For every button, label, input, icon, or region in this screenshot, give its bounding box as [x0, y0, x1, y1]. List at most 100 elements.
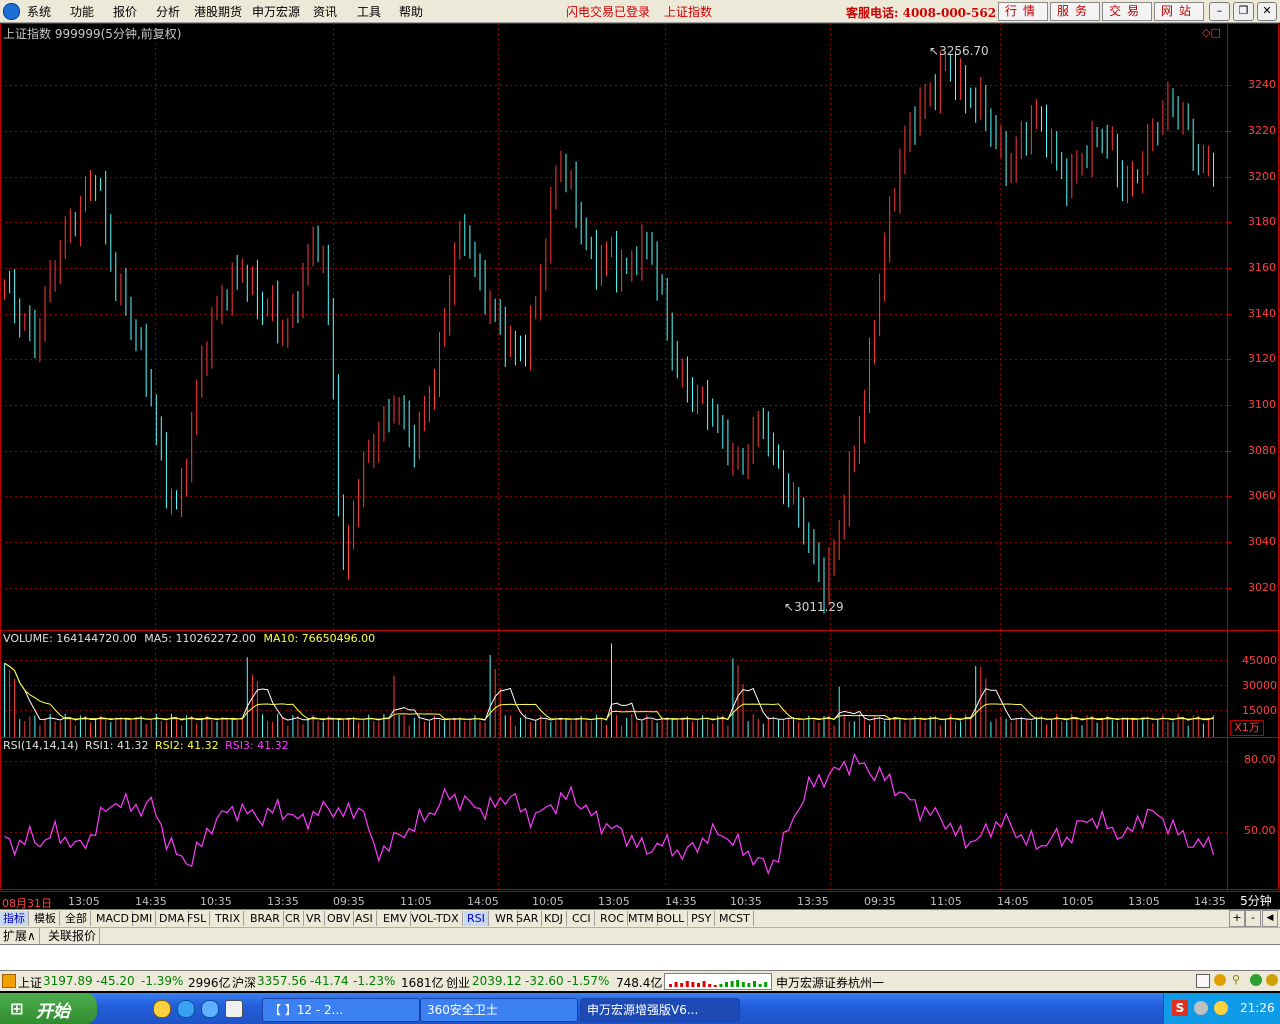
360-quicklaunch-icon[interactable]	[153, 1000, 171, 1018]
quote-button[interactable]: 行情	[998, 2, 1048, 21]
time-label-2: 14:35	[135, 895, 167, 908]
indicator-tab-psy[interactable]: PSY	[688, 911, 716, 926]
chart-svg	[0, 23, 1280, 891]
expand-tab[interactable]: 扩展∧	[0, 928, 40, 944]
hs-index-price: 3357.56	[257, 974, 307, 988]
rsi-params: RSI(14,14,14)	[3, 739, 79, 752]
menu-quote[interactable]: 报价	[113, 3, 137, 20]
vol-tick-30000: 30000	[1242, 679, 1277, 692]
indicator-tab-全部[interactable]: 全部	[62, 911, 91, 926]
indicator-tab-brar[interactable]: BRAR	[247, 911, 284, 926]
zoom-out-button[interactable]: -	[1245, 910, 1261, 927]
indicator-tab-emv[interactable]: EMV	[380, 911, 411, 926]
desktop-quicklaunch-icon[interactable]	[225, 1000, 243, 1018]
menu-function[interactable]: 功能	[70, 3, 94, 20]
breadth-bar-12	[736, 980, 740, 987]
sogou-ime-icon[interactable]: S	[1172, 1000, 1188, 1016]
high-marker: ↖3256.70	[929, 44, 989, 58]
cy-index-name[interactable]: 创业	[446, 974, 470, 991]
chart-toggle-icons[interactable]: ◇□	[1202, 26, 1221, 39]
system-tray: S 21:26	[1163, 993, 1280, 1024]
index-bar-icon[interactable]	[2, 974, 16, 988]
start-button[interactable]: ⊞ 开始	[0, 993, 97, 1024]
task-browser[interactable]: 【 】12 - 2...	[262, 998, 420, 1022]
indicator-tab-模板[interactable]: 模板	[31, 911, 60, 926]
indicator-tab-trix[interactable]: TRIX	[212, 911, 245, 926]
indicator-tab-kdj[interactable]: KDJ	[541, 911, 567, 926]
sh-index-amount: 2996亿	[188, 976, 231, 990]
menu-info[interactable]: 资讯	[313, 3, 337, 20]
indicator-tab-macd[interactable]: MACD	[93, 911, 133, 926]
sh-index-change: -45.20	[96, 974, 135, 988]
tray-lock-icon[interactable]	[1194, 1001, 1208, 1015]
indicator-tab-asi[interactable]: ASI	[352, 911, 377, 926]
connection-icon[interactable]	[1250, 974, 1262, 986]
minimize-icon[interactable]: –	[1209, 2, 1230, 21]
menu-swhy[interactable]: 申万宏源	[252, 3, 300, 20]
signal-icon[interactable]: ⚲	[1232, 973, 1244, 987]
task-360[interactable]: 360安全卫士	[420, 998, 578, 1022]
index-status-bar: 上证 3197.89 -45.20 -1.39% 2996亿 沪深 3357.5…	[0, 970, 1280, 991]
time-label-18: 14:35	[1194, 895, 1226, 908]
cy-index-pct: -1.57%	[567, 974, 610, 988]
close-icon[interactable]: ✕	[1257, 2, 1277, 21]
cy-index-amount: 748.4亿	[616, 976, 663, 990]
browser-quicklaunch-icon[interactable]	[177, 1000, 195, 1018]
menu-help[interactable]: 帮助	[399, 3, 423, 20]
indicator-tab-dmi[interactable]: DMI	[128, 911, 157, 926]
price-tick-3080: 3080	[1248, 443, 1276, 457]
hs-index-pct: -1.23%	[353, 974, 396, 988]
rsi-tick-80: 80.00	[1244, 753, 1276, 766]
clock-icon[interactable]	[1214, 974, 1226, 986]
website-button[interactable]: 网站	[1154, 2, 1204, 21]
chart-area[interactable]	[0, 23, 1280, 891]
time-label-5: 09:35	[333, 895, 365, 908]
price-tick-3180: 3180	[1248, 215, 1276, 229]
indicator-tab-vol-tdx[interactable]: VOL-TDX	[408, 911, 463, 926]
rsi-tick-50: 50.00	[1244, 824, 1276, 837]
time-axis: 08月31日 13:05 14:35 10:35 13:35 09:35 11:05 14:0…	[0, 891, 1280, 910]
volume-ma5-line	[4, 662, 1214, 721]
breadth-bar-3	[685, 981, 689, 987]
indicator-tab-cr[interactable]: CR	[282, 911, 305, 926]
indicator-tab-mcst[interactable]: MCST	[716, 911, 754, 926]
menu-hk-futures[interactable]: 港股期货	[194, 3, 242, 20]
menu-tools[interactable]: 工具	[357, 3, 381, 20]
low-marker: ↖3011.29	[784, 600, 844, 614]
indicator-tab-obv[interactable]: OBV	[324, 911, 355, 926]
rsi3-value: RSI3: 41.32	[225, 739, 289, 752]
extension-tabbar: 扩展∧ 关联报价	[0, 927, 1280, 945]
rsi-line	[4, 752, 1215, 876]
hs-index-amount: 1681亿	[401, 976, 444, 990]
menu-analysis[interactable]: 分析	[156, 3, 180, 20]
indicator-tab-vr[interactable]: VR	[303, 911, 326, 926]
breadth-bar-11	[730, 981, 734, 987]
indicator-tab-指标[interactable]: 指标	[0, 911, 29, 926]
notepad-icon[interactable]	[1196, 974, 1210, 988]
sh-index-name[interactable]: 上证	[18, 974, 42, 991]
breadth-bar-6	[702, 981, 706, 987]
related-quote-tab[interactable]: 关联报价	[45, 928, 101, 944]
rsi-header: RSI(14,14,14) RSI1: 41.32 RSI2: 41.32 RS…	[3, 739, 289, 752]
zoom-in-button[interactable]: +	[1229, 910, 1245, 927]
indicator-tab-cci[interactable]: CCI	[569, 911, 595, 926]
breadth-bar-4	[691, 982, 695, 987]
indicator-tab-fsl[interactable]: FSL	[184, 911, 211, 926]
service-button[interactable]: 服务	[1050, 2, 1100, 21]
restore-icon[interactable]: ❐	[1233, 2, 1254, 21]
trade-button[interactable]: 交易	[1102, 2, 1152, 21]
indicator-tab-boll[interactable]: BOLL	[653, 911, 689, 926]
indicator-tab-rsi[interactable]: RSI	[464, 911, 489, 926]
indicator-tab-sar[interactable]: SAR	[513, 911, 543, 926]
hs-index-name[interactable]: 沪深	[232, 974, 256, 991]
scroll-left-button[interactable]: ◀	[1262, 910, 1278, 927]
breadth-bar-13	[741, 982, 745, 987]
task-swhy[interactable]: 申万宏源增强版V6...	[580, 998, 740, 1022]
period-label[interactable]: 5分钟	[1232, 892, 1280, 909]
time-label-9: 13:05	[598, 895, 630, 908]
menu-system[interactable]: 系统	[27, 3, 51, 20]
ie-quicklaunch-icon[interactable]	[201, 1000, 219, 1018]
alert-icon[interactable]	[1266, 974, 1278, 986]
tray-360-icon[interactable]	[1214, 1001, 1228, 1015]
indicator-tab-roc[interactable]: ROC	[597, 911, 628, 926]
